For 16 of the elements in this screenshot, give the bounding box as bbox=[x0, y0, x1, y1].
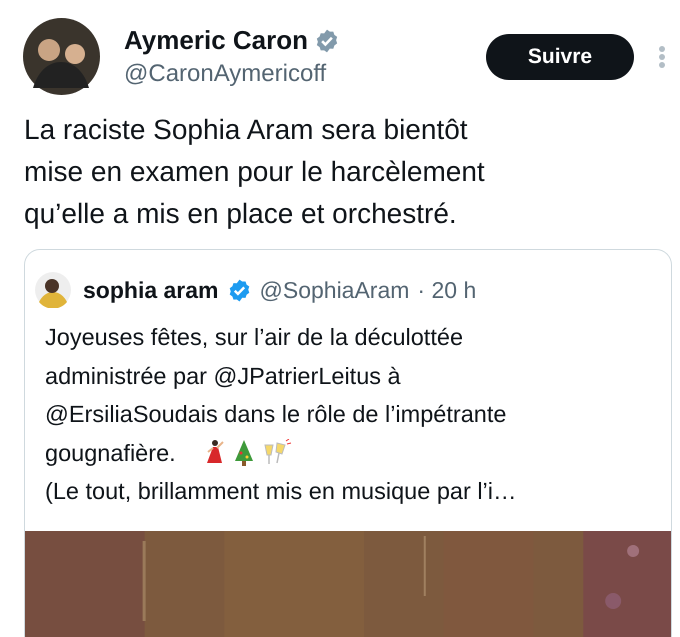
follow-button[interactable]: Suivre bbox=[486, 34, 634, 80]
tweet-text: La raciste Sophia Aram sera bientôt mise en examen pour le harcèlement qu’elle a mis en place et orchestré. bbox=[24, 113, 486, 231]
avatar[interactable] bbox=[23, 18, 100, 95]
quoted-text-line: @ErsiliaSoudais dans le rôle de l’impétrante bbox=[45, 400, 508, 429]
avatar bbox=[35, 272, 71, 308]
quoted-author-name: sophia aram bbox=[83, 276, 218, 304]
author-name[interactable]: Aymeric Caron bbox=[124, 25, 308, 56]
author-handle[interactable]: @CaronAymericoff bbox=[124, 60, 340, 88]
quoted-text-line: administrée par @JPatrierLeitus à bbox=[45, 362, 402, 391]
quoted-text-line: gougnafière. bbox=[45, 438, 176, 468]
quoted-author-handle: @SophiaAram bbox=[260, 276, 410, 304]
timestamp: · 20 h bbox=[417, 276, 476, 304]
quoted-tweet-card[interactable] bbox=[24, 249, 672, 637]
quoted-text-line: Joyeuses fêtes, sur l’air de la déculottée bbox=[45, 323, 464, 352]
glasses-icon bbox=[262, 438, 292, 467]
quoted-text-line: (Le tout, brillamment mis en musique par l’i… bbox=[45, 477, 518, 506]
